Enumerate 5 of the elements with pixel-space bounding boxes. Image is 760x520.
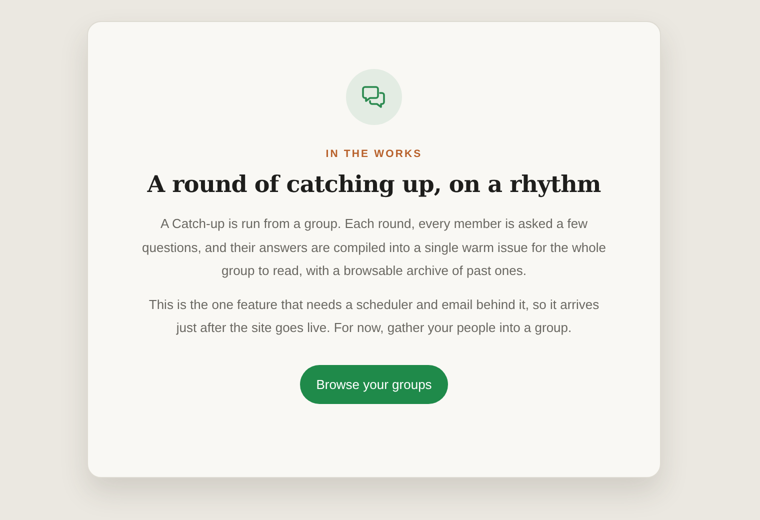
heading: A round of catching up, on a rhythm <box>147 171 601 199</box>
browse-groups-button[interactable]: Browse your groups <box>300 364 448 404</box>
eyebrow-label: IN THE WORKS <box>326 147 422 162</box>
description-paragraph: A Catch-up is run from a group. Each round, every member is asked a few questions, and their answers are compiled into a single warm issue for the whole group to read, with a browsable archive of past ones. <box>141 215 607 280</box>
description-paragraph: This is the one feature that needs a scheduler and email behind it, so it arrives just after the site goes live. For now, gather your people into a group. <box>148 296 600 337</box>
